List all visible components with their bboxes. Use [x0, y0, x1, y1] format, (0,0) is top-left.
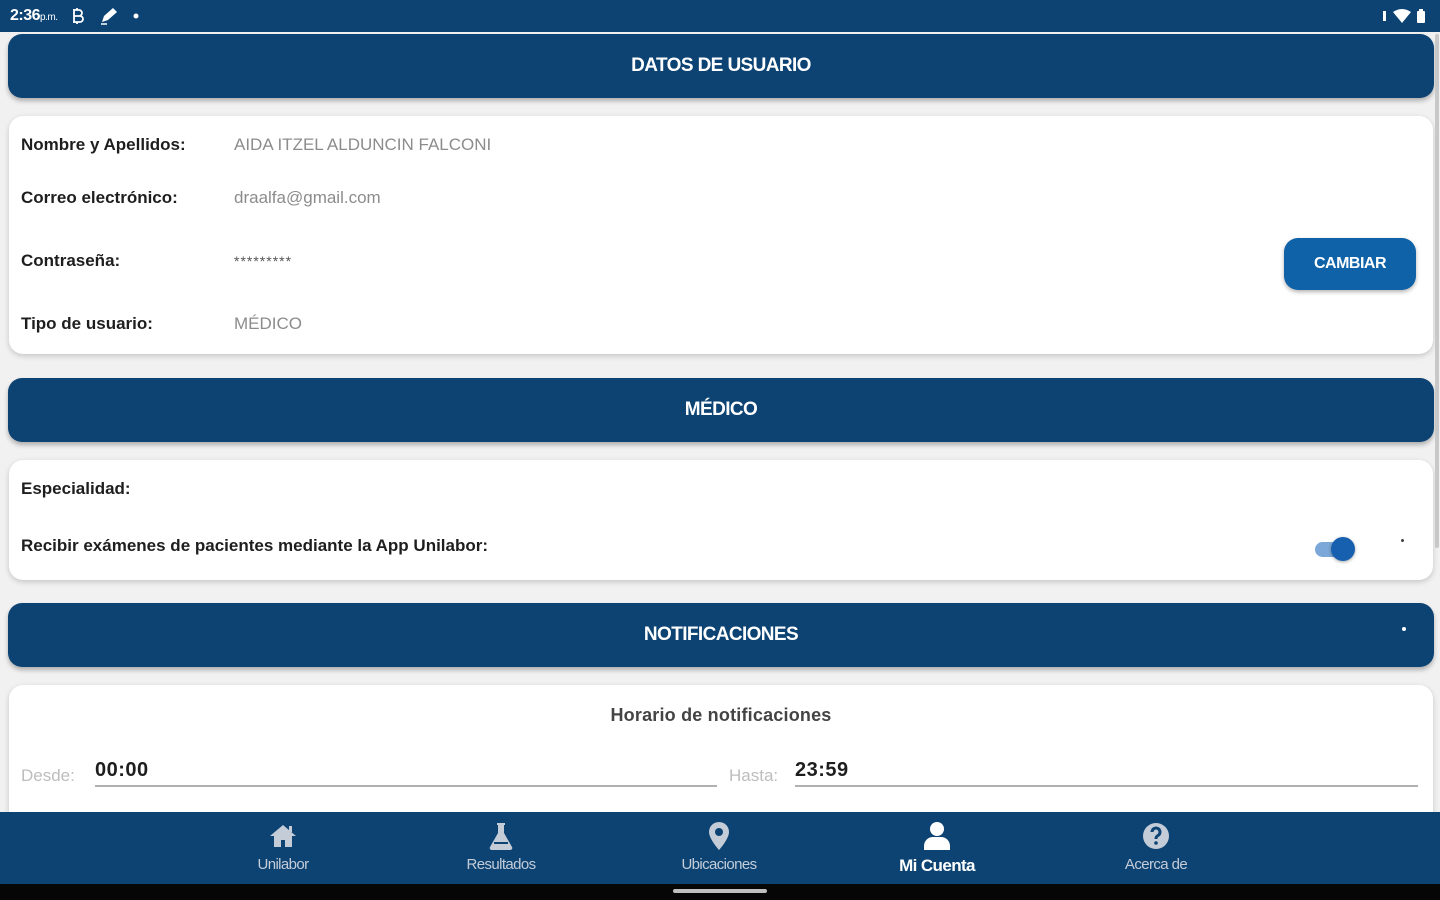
toggle-thumb — [1331, 537, 1355, 561]
medico-header-label: MÉDICO — [684, 399, 758, 420]
nav-mi-cuenta-label: Mi Cuenta — [899, 856, 975, 875]
medico-header: MÉDICO — [8, 378, 1434, 442]
receive-exams-toggle[interactable] — [1313, 535, 1357, 563]
edit-pencil-icon — [99, 7, 119, 25]
user-data-header-label: DATOS DE USUARIO — [631, 55, 811, 76]
nav-resultados[interactable]: Resultados — [421, 812, 581, 884]
user-data-card: Nombre y Apellidos: AIDA ITZEL ALDUNCIN … — [9, 116, 1433, 354]
medico-card: Especialidad: Recibir exámenes de pacien… — [9, 460, 1433, 580]
nav-mi-cuenta[interactable]: Mi Cuenta — [857, 812, 1017, 884]
small-dot — [1401, 539, 1404, 542]
status-time-value: 2:36 — [10, 7, 41, 24]
status-right — [1382, 9, 1426, 23]
email-label: Correo electrónico: — [21, 188, 178, 207]
notification-dot-icon — [133, 13, 139, 19]
scrollbar[interactable] — [1435, 34, 1439, 548]
password-value: ********* — [234, 253, 293, 269]
status-time: 2:36p.m. — [10, 7, 58, 25]
schedule-title: Horario de notificaciones — [610, 705, 832, 725]
bitcoin-icon — [71, 7, 85, 25]
to-label: Hasta: — [729, 766, 779, 785]
help-circle-icon — [1140, 820, 1172, 852]
home-icon — [267, 820, 299, 852]
status-bar: 2:36p.m. — [0, 0, 1440, 32]
battery-icon — [1416, 9, 1426, 23]
user-data-header: DATOS DE USUARIO — [8, 34, 1434, 98]
home-gesture-handle[interactable] — [673, 889, 767, 893]
nav-unilabor-label: Unilabor — [257, 856, 309, 873]
specialty-row: Especialidad: — [21, 477, 131, 501]
nav-ubicaciones-label: Ubicaciones — [681, 856, 757, 873]
nav-acerca-de[interactable]: Acerca de — [1076, 812, 1236, 884]
password-row: Contraseña: ********* — [21, 249, 1121, 273]
location-pin-icon — [703, 820, 735, 852]
gesture-bar — [0, 884, 1440, 900]
status-left: 2:36p.m. — [10, 7, 139, 25]
user-icon — [921, 820, 953, 852]
status-time-ampm: p.m. — [40, 12, 58, 23]
nav-ubicaciones[interactable]: Ubicaciones — [639, 812, 799, 884]
nav-resultados-label: Resultados — [466, 856, 536, 873]
from-time-input[interactable] — [95, 755, 717, 787]
receive-exams-row: Recibir exámenes de pacientes mediante l… — [21, 534, 488, 558]
nav-unilabor[interactable]: Unilabor — [203, 812, 363, 884]
full-name-value: AIDA ITZEL ALDUNCIN FALCONI — [234, 135, 492, 154]
password-label: Contraseña: — [21, 251, 121, 270]
signal-icon — [1382, 9, 1388, 23]
header-dot — [1402, 627, 1406, 631]
from-label: Desde: — [21, 766, 75, 785]
notifications-header-label: NOTIFICACIONES — [643, 624, 799, 645]
user-type-label: Tipo de usuario: — [21, 314, 153, 333]
full-name-row: Nombre y Apellidos: AIDA ITZEL ALDUNCIN … — [21, 133, 1121, 157]
specialty-label: Especialidad: — [21, 479, 131, 498]
full-name-label: Nombre y Apellidos: — [21, 135, 186, 154]
user-type-row: Tipo de usuario: MÉDICO — [21, 312, 1121, 336]
wifi-icon — [1393, 9, 1411, 23]
bottom-nav: Unilabor Resultados Ubicaciones Mi Cuent… — [0, 812, 1440, 884]
user-type-value: MÉDICO — [234, 314, 302, 333]
change-password-button[interactable]: CAMBIAR — [1284, 238, 1416, 290]
email-value: draalfa@gmail.com — [234, 188, 381, 207]
nav-acerca-de-label: Acerca de — [1124, 856, 1188, 873]
email-row: Correo electrónico: draalfa@gmail.com — [21, 186, 1121, 210]
flask-icon — [485, 820, 517, 852]
to-time-input[interactable] — [795, 755, 1418, 787]
receive-exams-label: Recibir exámenes de pacientes mediante l… — [21, 536, 489, 555]
notifications-header: NOTIFICACIONES — [8, 603, 1434, 667]
